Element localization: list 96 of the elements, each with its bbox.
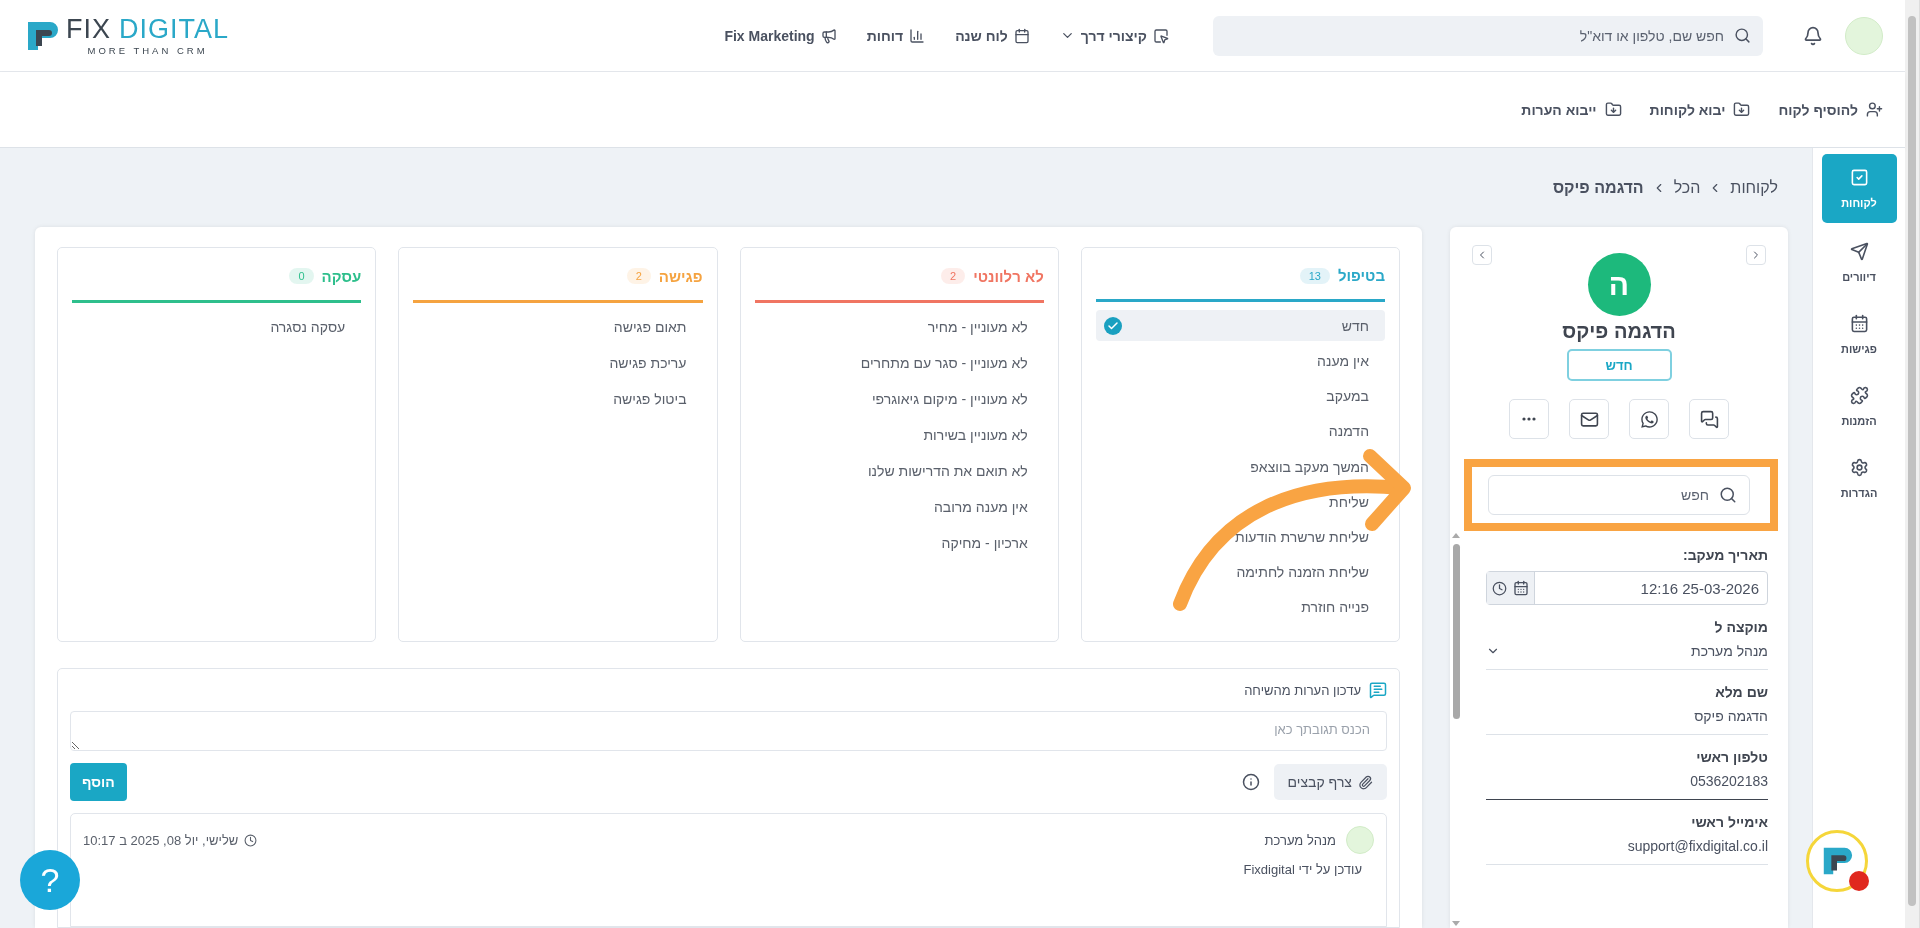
- cursor-icon: [1153, 27, 1169, 44]
- count-badge: 13: [1299, 267, 1330, 284]
- field-label: טלפון ראשי: [1695, 749, 1768, 765]
- note-author: מנהל מערכת: [1264, 832, 1336, 848]
- stage-option[interactable]: שליחת: [1095, 486, 1385, 518]
- nav-link[interactable]: דוחות: [866, 27, 926, 44]
- stage-option[interactable]: לא מעוניין - מיקום גיאוגרפי: [754, 383, 1044, 415]
- search-input[interactable]: חפש: [1501, 486, 1711, 504]
- count-badge: 2: [626, 268, 651, 284]
- date-field[interactable]: 12:16 25-03-2026: [1486, 571, 1768, 605]
- paper-plane-icon: [1849, 241, 1869, 261]
- folder-icon: [1604, 101, 1622, 118]
- calendar-icon: [1013, 27, 1030, 44]
- comment-field[interactable]: הכנס תגובתך כאן: [70, 711, 1387, 751]
- stage-option[interactable]: המשך מעקב בווצאפ: [1095, 451, 1385, 483]
- nav-link[interactable]: Fix Marketing: [724, 27, 837, 44]
- stage-option[interactable]: לא מעוניין - סגר עם מתחרים: [754, 347, 1044, 379]
- envelope-icon: [1579, 409, 1599, 429]
- stage-option[interactable]: אין מענה: [1095, 345, 1385, 377]
- breadcrumb-link[interactable]: לקוחות: [1730, 178, 1778, 197]
- attach-button[interactable]: צרף קבצים: [1273, 764, 1387, 800]
- check-icon: [1103, 316, 1122, 335]
- stage-title: פגישה: [658, 267, 703, 285]
- nav-link[interactable]: לוח שנה: [955, 27, 1030, 44]
- text-field[interactable]: 0536202183: [1486, 773, 1768, 800]
- author-avatar: [1346, 826, 1374, 854]
- user-plus-icon: [1866, 101, 1883, 118]
- page-scrollbar[interactable]: [1905, 0, 1920, 928]
- bar-chart-icon: [909, 27, 926, 44]
- chat-icon: [1369, 681, 1387, 699]
- more-icon: [1522, 417, 1536, 421]
- sidebar-item[interactable]: הזמנות: [1821, 373, 1897, 439]
- search-field[interactable]: חפש: [1488, 475, 1750, 515]
- clock-icon[interactable]: [1492, 580, 1507, 596]
- field-label: מוקצה ל: [1713, 619, 1768, 635]
- notes-title: עדכון הערות מהשיחה: [1244, 682, 1361, 698]
- stage-option[interactable]: פנייה חוזרת: [1095, 591, 1385, 624]
- sidebar-item[interactable]: דיוורים: [1821, 229, 1897, 295]
- search-icon: [1719, 486, 1737, 504]
- toolbar-button[interactable]: יבוא לקוחות: [1649, 101, 1751, 118]
- breadcrumb-link[interactable]: הכל: [1673, 178, 1701, 197]
- note-text: עודכן על ידי Fixdigital: [1242, 862, 1363, 877]
- clock-icon: [244, 833, 258, 847]
- stage-title: בטיפול: [1337, 267, 1385, 285]
- puzzle-icon: [1849, 385, 1869, 405]
- paperclip-icon: [1358, 774, 1373, 790]
- stage-option[interactable]: שליחת הזמנה לחתימה: [1095, 556, 1385, 588]
- field-label: אימייל ראשי: [1690, 814, 1768, 830]
- nav-link[interactable]: קיצורי דרך: [1059, 27, 1169, 44]
- count-badge: 2: [941, 268, 966, 284]
- search-field[interactable]: חפש שם, טלפון או דוא"ל: [1213, 15, 1763, 56]
- stage-option[interactable]: עסקה נסגרה: [72, 311, 362, 343]
- stage-option[interactable]: ביטול פגישה: [413, 383, 703, 415]
- settings-icon: [1849, 457, 1869, 477]
- checkbox-icon: [1849, 168, 1869, 187]
- stage-option[interactable]: לא מעוניין - מחיר: [754, 311, 1044, 343]
- stage-title: לא רלוונטי: [973, 267, 1044, 285]
- whatsapp-button[interactable]: [1629, 399, 1669, 439]
- stage-option[interactable]: לא מעוניין בשירות: [754, 419, 1044, 451]
- stage-option[interactable]: תאום פגישה: [413, 311, 703, 343]
- count-badge: 0: [289, 268, 314, 284]
- logo-tagline: MORE THAN CRM: [87, 44, 208, 56]
- sidebar-item[interactable]: פגישות: [1821, 301, 1897, 367]
- stage-option[interactable]: שליחת שרשרת הודעות: [1095, 521, 1385, 553]
- stage-option[interactable]: אין מענה מרובה: [754, 491, 1044, 523]
- whatsapp-icon: [1639, 409, 1659, 429]
- calendar-icon: [1849, 313, 1869, 333]
- breadcrumb-link[interactable]: הדגמה פיקס: [1552, 178, 1644, 197]
- search-icon: [1734, 27, 1751, 44]
- stage-option[interactable]: חדש: [1095, 310, 1385, 342]
- note-time: שלישי, יול 08, 2025 ב 10:17: [83, 832, 239, 848]
- email-button[interactable]: [1569, 399, 1609, 439]
- messages-button[interactable]: [1689, 399, 1729, 439]
- toolbar-button[interactable]: ייבוא הערות: [1521, 101, 1622, 118]
- select-field[interactable]: מנהל מערכת: [1486, 643, 1768, 670]
- field-label: תאריך מעקב:: [1681, 547, 1768, 563]
- sidebar-item[interactable]: הגדרות: [1821, 445, 1897, 511]
- text-field[interactable]: support@fixdigital.co.il: [1486, 838, 1768, 865]
- contact-avatar: ה: [1587, 253, 1651, 316]
- stage-option[interactable]: עריכת פגישה: [413, 347, 703, 379]
- stage-option[interactable]: לא תואם את הדרישות שלנו: [754, 455, 1044, 487]
- toolbar-button[interactable]: להוסיף לקוח: [1778, 101, 1883, 118]
- search-input[interactable]: חפש שם, טלפון או דוא"ל: [1225, 26, 1726, 45]
- stage-option[interactable]: הדמנה: [1095, 415, 1385, 448]
- chat-bubbles-icon: [1699, 409, 1719, 429]
- calendar-icon[interactable]: [1513, 580, 1529, 596]
- info-icon[interactable]: [1241, 773, 1260, 791]
- contact-name: הדגמה פיקס: [1562, 320, 1676, 343]
- stage-option[interactable]: ארכיון - מחיקה: [754, 527, 1044, 559]
- folder-icon: [1733, 101, 1751, 118]
- text-field[interactable]: הדגמה פיקס: [1486, 708, 1768, 735]
- stage-option[interactable]: במעקב: [1095, 380, 1385, 412]
- logo-text: FIX DIGITAL: [66, 15, 230, 43]
- field-label: שם מלא: [1714, 684, 1768, 700]
- stage-title: עסקה: [321, 267, 362, 285]
- megaphone-icon: [820, 27, 837, 44]
